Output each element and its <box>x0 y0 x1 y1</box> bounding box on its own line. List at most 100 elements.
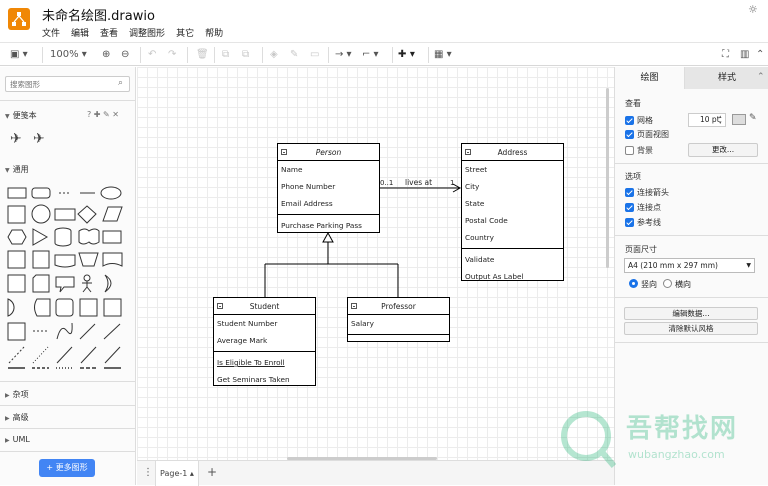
page-tab[interactable]: Page-1 ▴ <box>155 461 199 486</box>
attribute-country[interactable]: Country <box>462 229 563 246</box>
section-uml[interactable]: ▶ UML <box>5 435 30 444</box>
method-is-eligible-to-enroll[interactable]: Is Eligible To Enroll <box>214 354 315 371</box>
page-bar: ⋮ Page-1 ▴ + <box>137 460 614 486</box>
shape-search-input[interactable] <box>5 76 130 92</box>
class-person-title: Person <box>315 148 342 157</box>
background-checkbox[interactable] <box>625 146 634 155</box>
attribute-name[interactable]: Name <box>278 161 379 178</box>
guides-checkbox[interactable] <box>625 218 634 227</box>
section-general[interactable]: ▼ 通用 <box>5 164 29 175</box>
page-view-checkbox[interactable] <box>625 130 634 139</box>
grid-color-swatch[interactable] <box>732 114 746 125</box>
class-student-title: Student <box>249 302 280 311</box>
association-label[interactable]: lives at <box>405 178 432 187</box>
undo-icon[interactable]: ↶ <box>148 48 156 62</box>
fullscreen-icon[interactable]: ⛶ <box>722 48 729 62</box>
attribute-email[interactable]: Email Address <box>278 195 379 212</box>
grid-checkbox[interactable] <box>625 116 634 125</box>
attribute-average-mark[interactable]: Average Mark <box>214 332 315 349</box>
grid-size-spinner-icon[interactable]: ▴ ▾ <box>719 114 722 126</box>
page-menu-icon[interactable]: ⋮ <box>143 467 153 478</box>
to-front-icon[interactable]: ⧉ <box>222 48 229 62</box>
pencil-icon[interactable]: ✎ <box>749 113 757 123</box>
portrait-radio[interactable] <box>629 279 638 288</box>
zoom-out-icon[interactable]: ⊖ <box>121 48 129 62</box>
panel-toggle-icon[interactable]: ▣ ▾ <box>10 48 28 62</box>
attribute-student-number[interactable]: Student Number <box>214 315 315 332</box>
more-shapes-button[interactable]: + 更多图形 <box>39 459 95 477</box>
section-advanced[interactable]: ▶ 高级 <box>5 412 29 423</box>
general-shapes-lines[interactable] <box>5 363 131 373</box>
method-purchase-parking-pass[interactable]: Purchase Parking Pass <box>278 217 379 234</box>
landscape-label: 横向 <box>675 280 691 289</box>
toolbar-divider <box>214 47 215 63</box>
change-background-button[interactable]: 更改... <box>688 143 758 157</box>
fill-color-icon[interactable]: ◈ <box>270 48 278 62</box>
method-get-seminars-taken[interactable]: Get Seminars Taken <box>214 371 315 388</box>
insert-plus-icon[interactable]: ✚ ▾ <box>398 48 415 62</box>
edit-data-button[interactable]: 编辑数据... <box>624 307 758 320</box>
delete-icon[interactable]: 🗑 <box>196 48 209 62</box>
redo-icon[interactable]: ↷ <box>168 48 176 62</box>
vertical-scrollbar[interactable] <box>606 88 609 268</box>
method-validate[interactable]: Validate <box>462 251 563 268</box>
attribute-phone[interactable]: Phone Number <box>278 178 379 195</box>
attribute-state[interactable]: State <box>462 195 563 212</box>
landscape-radio[interactable] <box>663 279 672 288</box>
connection-arrows-checkbox[interactable] <box>625 188 634 197</box>
divider <box>615 235 768 236</box>
collapse-icon[interactable] <box>281 149 287 155</box>
theme-sun-icon[interactable]: ☼ <box>748 3 758 16</box>
zoom-dropdown[interactable]: 100% ▾ <box>50 48 87 62</box>
section-misc[interactable]: ▶ 杂项 <box>5 389 29 400</box>
format-panel-icon[interactable]: ▥ <box>740 48 749 62</box>
clear-default-style-button[interactable]: 清除默认风格 <box>624 322 758 335</box>
collapse-icon[interactable]: ⌃ <box>756 48 764 62</box>
attribute-postal-code[interactable]: Postal Code <box>462 212 563 229</box>
class-address[interactable]: Address Street City State Postal Code Co… <box>461 143 564 281</box>
menu-help[interactable]: 帮助 <box>205 26 229 39</box>
class-person[interactable]: Person Name Phone Number Email Address P… <box>277 143 380 233</box>
connection-points-checkbox[interactable] <box>625 203 634 212</box>
attribute-street[interactable]: Street <box>462 161 563 178</box>
scratchpad-tools-icon[interactable]: ? ✚ ✎ ✕ <box>87 110 119 119</box>
chevron-down-icon: ▼ <box>746 262 751 269</box>
toolbar: ▣ ▾ 100% ▾ ⊕ ⊖ ↶ ↷ 🗑 ⧉ ⧉ ◈ ✎ ▭ → ▾ ⌐ ▾ ✚… <box>0 42 768 66</box>
class-header: Person <box>278 144 379 161</box>
close-panel-icon[interactable]: ⌃ <box>757 72 765 82</box>
general-shapes-grid[interactable] <box>5 183 131 373</box>
connection-icon[interactable]: → ▾ <box>335 48 352 62</box>
divider <box>0 405 136 406</box>
scratchpad-shape-1[interactable]: ✈ <box>10 131 22 147</box>
table-icon[interactable]: ▦ ▾ <box>434 48 452 62</box>
watermark-url: wubangzhao.com <box>628 448 725 461</box>
to-back-icon[interactable]: ⧉ <box>242 48 249 62</box>
zoom-in-icon[interactable]: ⊕ <box>102 48 110 62</box>
scratchpad-shape-2[interactable]: ✈ <box>33 131 45 147</box>
menu-file[interactable]: 文件 <box>42 26 66 39</box>
line-color-icon[interactable]: ✎ <box>290 48 298 62</box>
page-size-select[interactable]: A4 (210 mm x 297 mm) ▼ <box>624 258 755 273</box>
document-title[interactable]: 未命名绘图.drawio <box>42 5 155 24</box>
attribute-salary[interactable]: Salary <box>348 315 449 332</box>
class-professor[interactable]: Professor Salary <box>347 297 450 342</box>
menu-view[interactable]: 查看 <box>100 26 124 39</box>
tab-style[interactable]: 样式 <box>684 67 768 89</box>
class-student[interactable]: Student Student Number Average Mark Is E… <box>213 297 316 386</box>
add-page-icon[interactable]: + <box>207 465 217 479</box>
menu-extras[interactable]: 其它 <box>176 26 200 39</box>
menu-arrange[interactable]: 调整图形 <box>129 26 171 39</box>
menu-edit[interactable]: 编辑 <box>71 26 95 39</box>
diagram-canvas[interactable]: 0..1 lives at 1 Person Name Phone Number… <box>137 67 614 460</box>
search-icon[interactable]: ⌕ <box>118 78 123 88</box>
method-output-as-label[interactable]: Output As Label <box>462 268 563 285</box>
toolbar-divider <box>428 47 429 63</box>
waypoints-icon[interactable]: ⌐ ▾ <box>362 48 379 62</box>
attribute-city[interactable]: City <box>462 178 563 195</box>
shadow-icon[interactable]: ▭ <box>310 48 319 62</box>
collapse-icon[interactable] <box>217 303 223 309</box>
tab-diagram[interactable]: 绘图 <box>615 67 684 89</box>
section-scratchpad[interactable]: ▼ 便笺本 <box>5 110 37 121</box>
collapse-icon[interactable] <box>351 303 357 309</box>
collapse-icon[interactable] <box>465 149 471 155</box>
